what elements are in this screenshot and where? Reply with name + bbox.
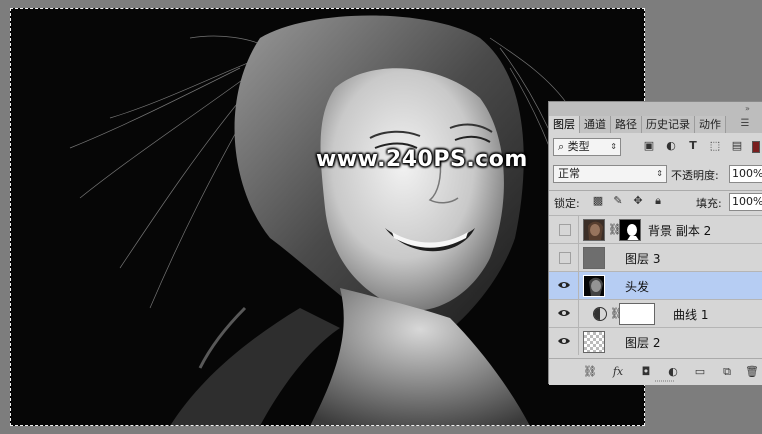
fill-label: 填充:: [696, 197, 722, 210]
layer-name: 图层 3: [625, 252, 661, 266]
layer-row-layer-2[interactable]: 图层 2: [549, 327, 762, 355]
eye-icon: [558, 282, 570, 288]
opacity-label: 不透明度:: [671, 169, 719, 182]
visibility-toggle[interactable]: [549, 272, 579, 299]
layer-name: 图层 2: [625, 336, 661, 350]
layer-row-layer-3[interactable]: 图层 3: [549, 243, 762, 271]
adjustment-layer-icon: [593, 307, 607, 321]
layer-thumbnail: [583, 331, 605, 353]
panel-collapse-grip[interactable]: »: [745, 104, 751, 113]
filter-smartobject-icon[interactable]: ▤: [729, 139, 745, 153]
folder-icon[interactable]: ▭: [693, 365, 707, 379]
layer-row-bg-copy-2[interactable]: ⛓ 背景 副本 2: [549, 215, 762, 243]
resize-grip-icon[interactable]: [655, 380, 675, 383]
layer-thumbnail: [583, 247, 605, 269]
updown-arrow-icon: ⇕: [656, 169, 663, 178]
tab-actions[interactable]: 动作: [695, 116, 726, 133]
visibility-toggle[interactable]: [549, 328, 579, 355]
updown-arrow-icon: ⇕: [610, 142, 617, 151]
new-layer-icon[interactable]: ⧉: [720, 365, 734, 379]
visibility-toggle[interactable]: [549, 244, 579, 271]
layer-row-hair[interactable]: 头发: [549, 271, 762, 299]
layer-name: 头发: [625, 280, 650, 294]
layer-name: 曲线 1: [673, 308, 709, 322]
search-icon: ⌕: [558, 140, 568, 153]
filter-pixel-icon[interactable]: ▣: [641, 139, 657, 153]
layers-panel: » 图层 通道 路径 历史记录 动作 ☰ ⌕ 类型 ⇕ ▣ ◐ T ⬚ ▤ 正常…: [548, 101, 762, 385]
tab-paths[interactable]: 路径: [611, 116, 642, 133]
filter-toggle[interactable]: [752, 141, 760, 153]
divider: [549, 190, 762, 191]
tab-history[interactable]: 历史记录: [642, 116, 695, 133]
lock-position-icon[interactable]: ✥: [631, 194, 645, 208]
layer-thumbnail: [583, 219, 605, 241]
tab-layers[interactable]: 图层: [549, 116, 580, 133]
layer-thumbnail: [583, 275, 605, 297]
layer-row-curves-1[interactable]: ⛓ 曲线 1: [549, 299, 762, 327]
eye-icon: [558, 310, 570, 316]
panel-menu-icon[interactable]: ☰: [737, 117, 753, 131]
blend-mode-select[interactable]: 正常 ⇕: [553, 165, 667, 183]
lock-brush-icon[interactable]: ✎: [611, 194, 625, 208]
visibility-toggle[interactable]: [549, 300, 579, 327]
lock-label: 锁定:: [554, 197, 580, 210]
visibility-toggle[interactable]: [549, 216, 579, 243]
lock-transparency-icon[interactable]: ▩: [591, 194, 605, 208]
adjustment-icon[interactable]: ◐: [666, 365, 680, 379]
lock-all-icon[interactable]: 🔒︎: [651, 194, 665, 208]
mask-thumbnail[interactable]: [619, 219, 641, 241]
opacity-input[interactable]: 100%: [729, 165, 762, 183]
filter-adjustment-icon[interactable]: ◐: [663, 139, 679, 153]
link-icon[interactable]: ⛓: [583, 365, 597, 379]
layer-filter-value: 类型: [567, 140, 590, 153]
mask-thumbnail[interactable]: [619, 303, 655, 325]
filter-shape-icon[interactable]: ⬚: [707, 139, 723, 153]
layer-name: 背景 副本 2: [648, 224, 712, 238]
layer-filter-select[interactable]: ⌕ 类型 ⇕: [553, 138, 621, 156]
visibility-off-box: [559, 224, 571, 236]
visibility-off-box: [559, 252, 571, 264]
fill-input[interactable]: 100%: [729, 193, 762, 211]
panel-tabs: 图层 通道 路径 历史记录 动作: [549, 116, 726, 133]
fx-icon[interactable]: fx: [611, 365, 625, 379]
filter-type-icon[interactable]: T: [685, 139, 701, 153]
tab-channels[interactable]: 通道: [580, 116, 611, 133]
trash-icon[interactable]: 🗑︎: [745, 365, 759, 379]
watermark-text: www.240PS.com: [316, 147, 528, 172]
panel-tab-bar: » 图层 通道 路径 历史记录 动作 ☰: [549, 102, 762, 133]
blend-mode-value: 正常: [558, 167, 580, 180]
eye-icon: [558, 338, 570, 344]
mask-icon[interactable]: ◘: [639, 365, 653, 379]
